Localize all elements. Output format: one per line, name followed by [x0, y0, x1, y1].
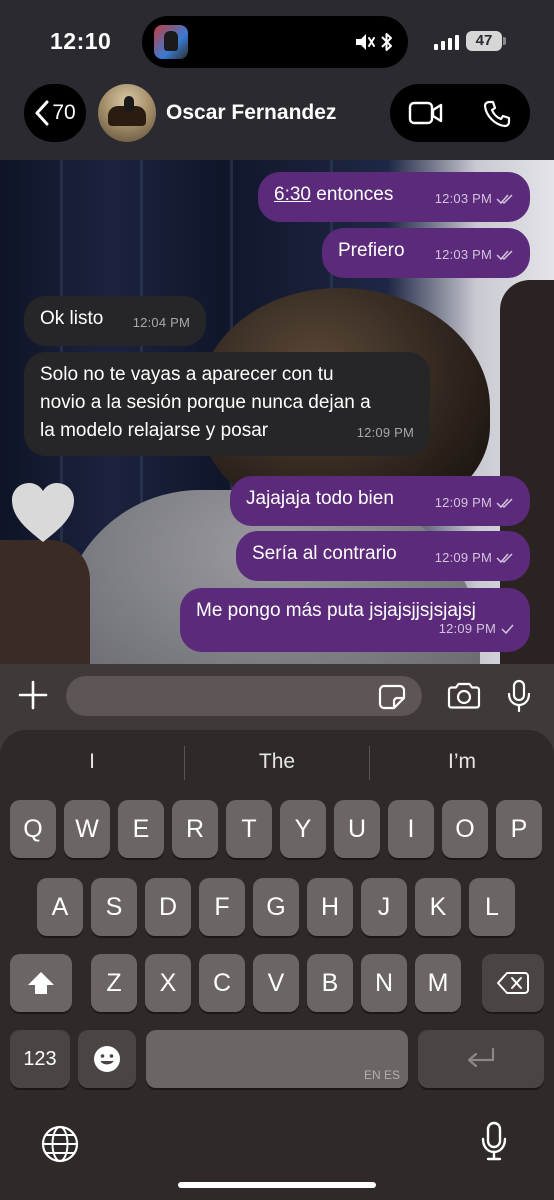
key-e[interactable]: E [118, 800, 164, 858]
message-bubble-incoming[interactable]: Ok listo 12:04 PM [24, 296, 206, 346]
mute-icon [356, 34, 375, 50]
message-bubble-incoming[interactable]: Solo no te vayas a aparecer con tu novio… [24, 352, 430, 456]
key-s[interactable]: S [91, 878, 137, 936]
message-text: Sería al contrario [252, 543, 397, 564]
key-y[interactable]: Y [280, 800, 326, 858]
read-checkmarks-icon [496, 498, 513, 509]
key-t[interactable]: T [226, 800, 272, 858]
return-icon [467, 1047, 495, 1068]
message-time: 12:03 PM [434, 247, 492, 262]
call-actions [390, 84, 530, 142]
dynamic-island[interactable] [142, 16, 408, 68]
emoji-icon [94, 1046, 120, 1072]
back-chevron-icon [35, 100, 49, 126]
suggestion-1[interactable]: I [0, 750, 184, 774]
message-text: Ok listo [40, 308, 104, 329]
key-h[interactable]: H [307, 878, 353, 936]
key-n[interactable]: N [361, 954, 407, 1012]
battery-icon: 47 [466, 31, 506, 51]
delivered-checkmark-icon [501, 624, 514, 635]
phone-call-icon[interactable] [482, 99, 512, 129]
signal-icon [434, 34, 459, 50]
dictation-mic-icon[interactable] [480, 1120, 508, 1162]
home-indicator[interactable] [178, 1182, 376, 1188]
message-time: 12:09 PM [438, 621, 496, 636]
key-a[interactable]: A [37, 878, 83, 936]
key-r[interactable]: R [172, 800, 218, 858]
message-text: 6:30 entonces [274, 184, 394, 205]
backspace-key[interactable] [482, 954, 544, 1012]
status-bar: 12:10 47 [0, 0, 554, 80]
message-text: Me pongo más puta jsjajsjjsjsjajsj [196, 600, 476, 621]
key-j[interactable]: J [361, 878, 407, 936]
chat-area[interactable]: 6:30 entonces 12:03 PM Prefiero 12:03 PM… [0, 160, 554, 664]
key-l[interactable]: L [469, 878, 515, 936]
unread-count: 70 [52, 101, 76, 124]
key-b[interactable]: B [307, 954, 353, 1012]
backspace-icon [497, 972, 529, 994]
message-bubble-outgoing[interactable]: 6:30 entonces 12:03 PM [258, 172, 530, 222]
video-call-icon[interactable] [408, 99, 444, 127]
back-button[interactable]: 70 [24, 84, 86, 142]
space-language-label: EN ES [363, 1068, 400, 1082]
read-checkmarks-icon [496, 250, 513, 261]
key-z[interactable]: Z [91, 954, 137, 1012]
return-key[interactable] [418, 1030, 544, 1088]
bluetooth-icon [381, 33, 392, 51]
suggestion-2[interactable]: The [185, 750, 369, 774]
microphone-icon[interactable] [506, 679, 532, 713]
key-m[interactable]: M [415, 954, 461, 1012]
message-text: Prefiero [338, 240, 405, 261]
read-checkmarks-icon [496, 194, 513, 205]
status-time: 12:10 [50, 28, 112, 54]
key-c[interactable]: C [199, 954, 245, 1012]
key-k[interactable]: K [415, 878, 461, 936]
composer-bar [0, 664, 554, 730]
key-d[interactable]: D [145, 878, 191, 936]
message-text: Solo no te vayas a aparecer con tu novio… [40, 364, 371, 441]
read-checkmarks-icon [496, 553, 513, 564]
camera-icon[interactable] [446, 682, 482, 710]
message-bubble-outgoing[interactable]: Me pongo más puta jsjajsjjsjsjajsj 12:09… [180, 588, 530, 652]
key-v[interactable]: V [253, 954, 299, 1012]
numbers-key[interactable]: 123 [10, 1030, 70, 1088]
sticker-icon[interactable] [378, 684, 406, 710]
message-time: 12:09 PM [434, 495, 492, 510]
app-icon[interactable] [154, 25, 188, 59]
contact-name[interactable]: Oscar Fernandez [166, 101, 336, 125]
message-bubble-outgoing[interactable]: Jajajaja todo bien 12:09 PM [230, 476, 530, 526]
keyboard: I The I’m Q W E R T Y U I O P A S D F G … [0, 730, 554, 1200]
message-time: 12:09 PM [356, 425, 414, 440]
chat-header: 70 Oscar Fernandez [0, 80, 554, 160]
message-bubble-outgoing[interactable]: Sería al contrario 12:09 PM [236, 531, 530, 581]
time-link[interactable]: 6:30 [274, 184, 311, 205]
key-f[interactable]: F [199, 878, 245, 936]
key-x[interactable]: X [145, 954, 191, 1012]
heart-icon[interactable] [8, 480, 78, 546]
message-text: Jajajaja todo bien [246, 488, 394, 509]
plus-icon[interactable] [16, 678, 50, 712]
key-o[interactable]: O [442, 800, 488, 858]
message-bubble-outgoing[interactable]: Prefiero 12:03 PM [322, 228, 530, 278]
shift-key[interactable] [10, 954, 72, 1012]
message-time: 12:03 PM [434, 191, 492, 206]
message-time: 12:04 PM [132, 315, 190, 330]
globe-icon[interactable] [40, 1124, 80, 1164]
message-input[interactable] [66, 676, 422, 716]
key-i[interactable]: I [388, 800, 434, 858]
shift-icon [28, 972, 54, 994]
suggestion-3[interactable]: I’m [370, 750, 554, 774]
emoji-key[interactable] [78, 1030, 136, 1088]
key-q[interactable]: Q [10, 800, 56, 858]
key-p[interactable]: P [496, 800, 542, 858]
key-w[interactable]: W [64, 800, 110, 858]
message-time: 12:09 PM [434, 550, 492, 565]
key-g[interactable]: G [253, 878, 299, 936]
space-key[interactable]: EN ES [146, 1030, 408, 1088]
avatar[interactable] [98, 84, 156, 142]
key-u[interactable]: U [334, 800, 380, 858]
